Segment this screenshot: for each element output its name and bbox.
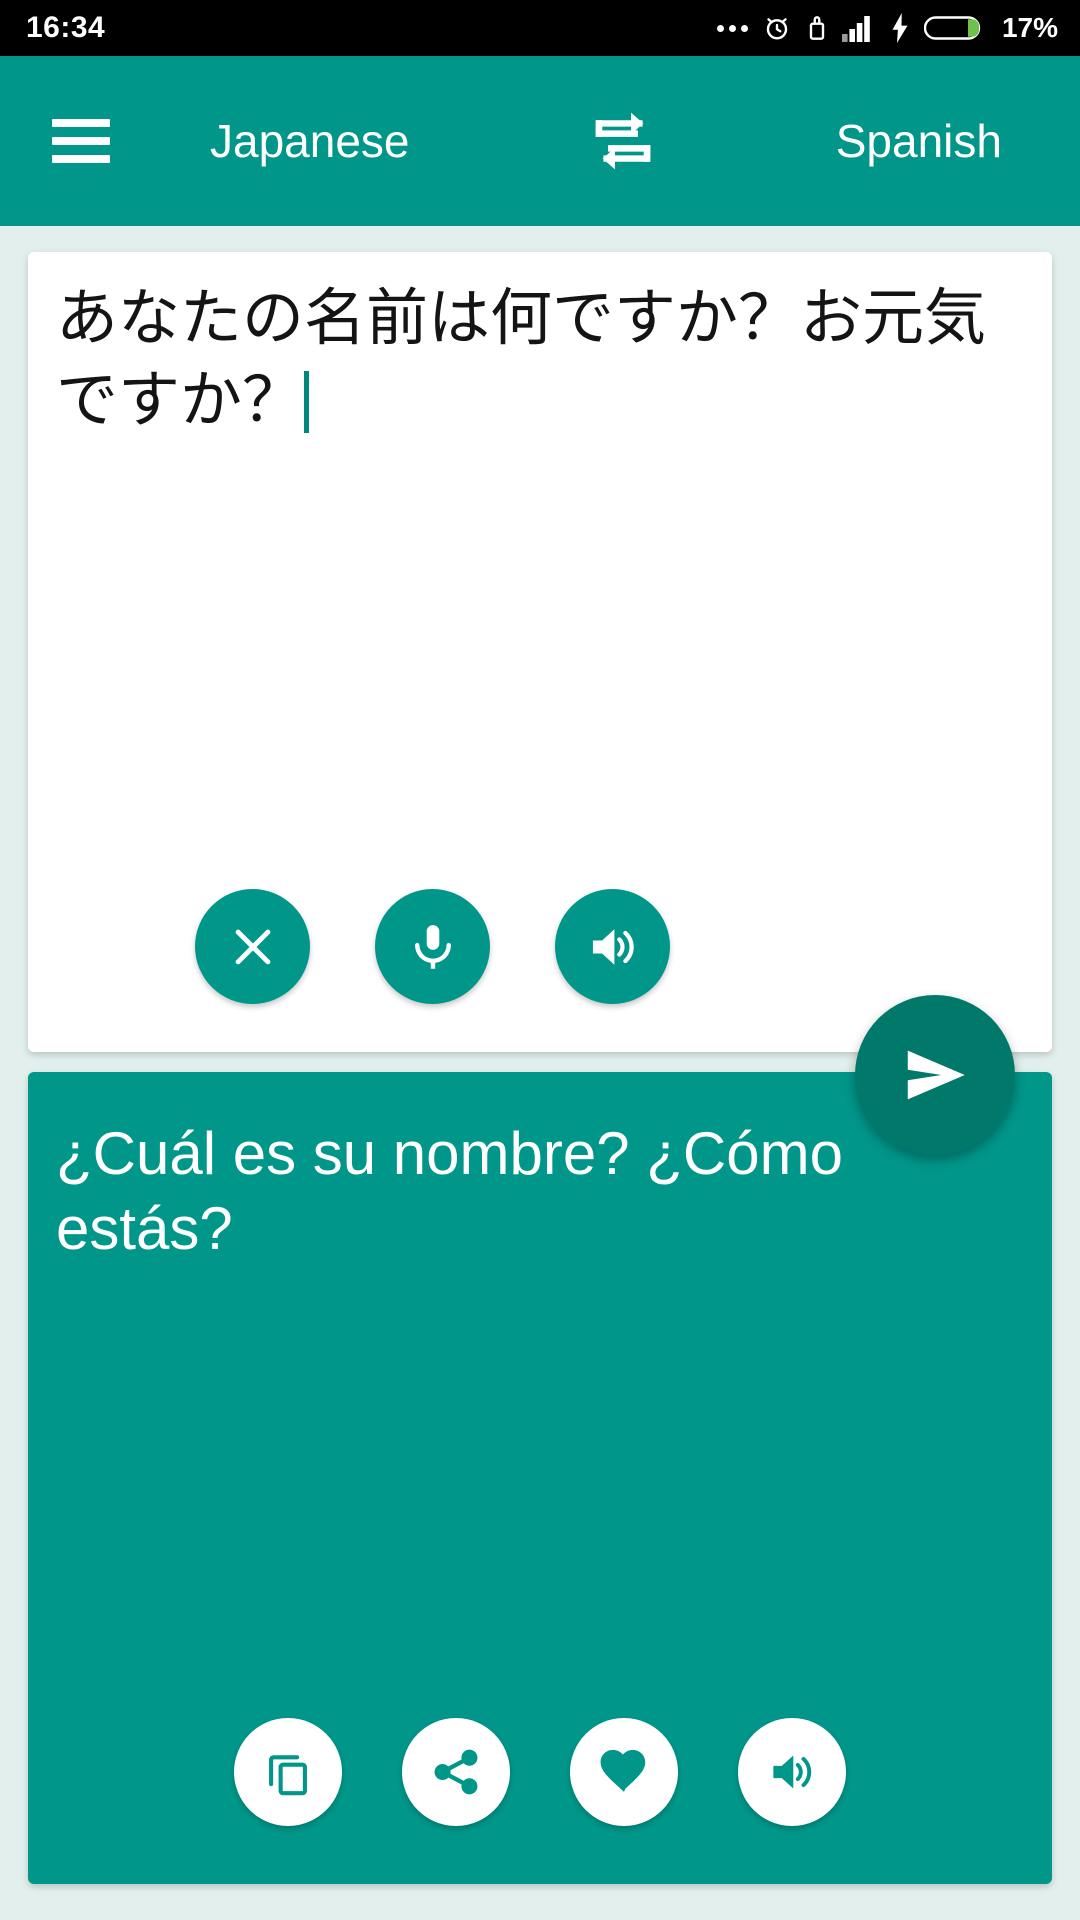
battery-icon [923, 13, 986, 43]
translation-text-value: ¿Cuál es su nombre? ¿Cómo estás? [56, 1120, 843, 1262]
source-text-panel[interactable]: あなたの名前は何ですか？お元気ですか？ [28, 252, 1052, 1052]
hamburger-menu-icon[interactable] [52, 119, 110, 163]
app-header: Japanese Spanish [0, 56, 1080, 226]
charging-bolt-icon [890, 13, 910, 43]
clear-button[interactable] [195, 889, 310, 1004]
source-language-selector[interactable]: Japanese [210, 114, 410, 168]
status-time: 16:34 [26, 11, 106, 44]
source-text-value: あなたの名前は何ですか？お元気ですか？ [56, 284, 987, 436]
status-icons: 17% [716, 12, 1058, 44]
voice-input-button[interactable] [375, 889, 490, 1004]
usb-icon [806, 13, 828, 43]
alarm-clock-icon [762, 13, 792, 43]
source-action-bar [28, 889, 1052, 1004]
speak-translation-button[interactable] [738, 1718, 846, 1826]
battery-percent: 17% [1001, 12, 1058, 43]
share-button[interactable] [402, 1718, 510, 1826]
status-bar: 16:34 17% [0, 0, 1080, 56]
more-dots-icon [716, 24, 748, 32]
text-caret [304, 371, 310, 434]
favorite-button[interactable] [570, 1718, 678, 1826]
signal-bars-icon [841, 14, 876, 42]
source-text-area[interactable]: あなたの名前は何ですか？お元気ですか？ [56, 278, 1016, 443]
translation-result-panel[interactable]: ¿Cuál es su nombre? ¿Cómo estás? [28, 1072, 1052, 1884]
translate-send-button[interactable] [855, 995, 1015, 1155]
target-language-selector[interactable]: Spanish [836, 114, 1002, 168]
translation-action-bar [28, 1718, 1052, 1826]
swap-languages-icon[interactable] [580, 98, 666, 184]
speak-source-button[interactable] [555, 889, 670, 1004]
copy-button[interactable] [234, 1718, 342, 1826]
